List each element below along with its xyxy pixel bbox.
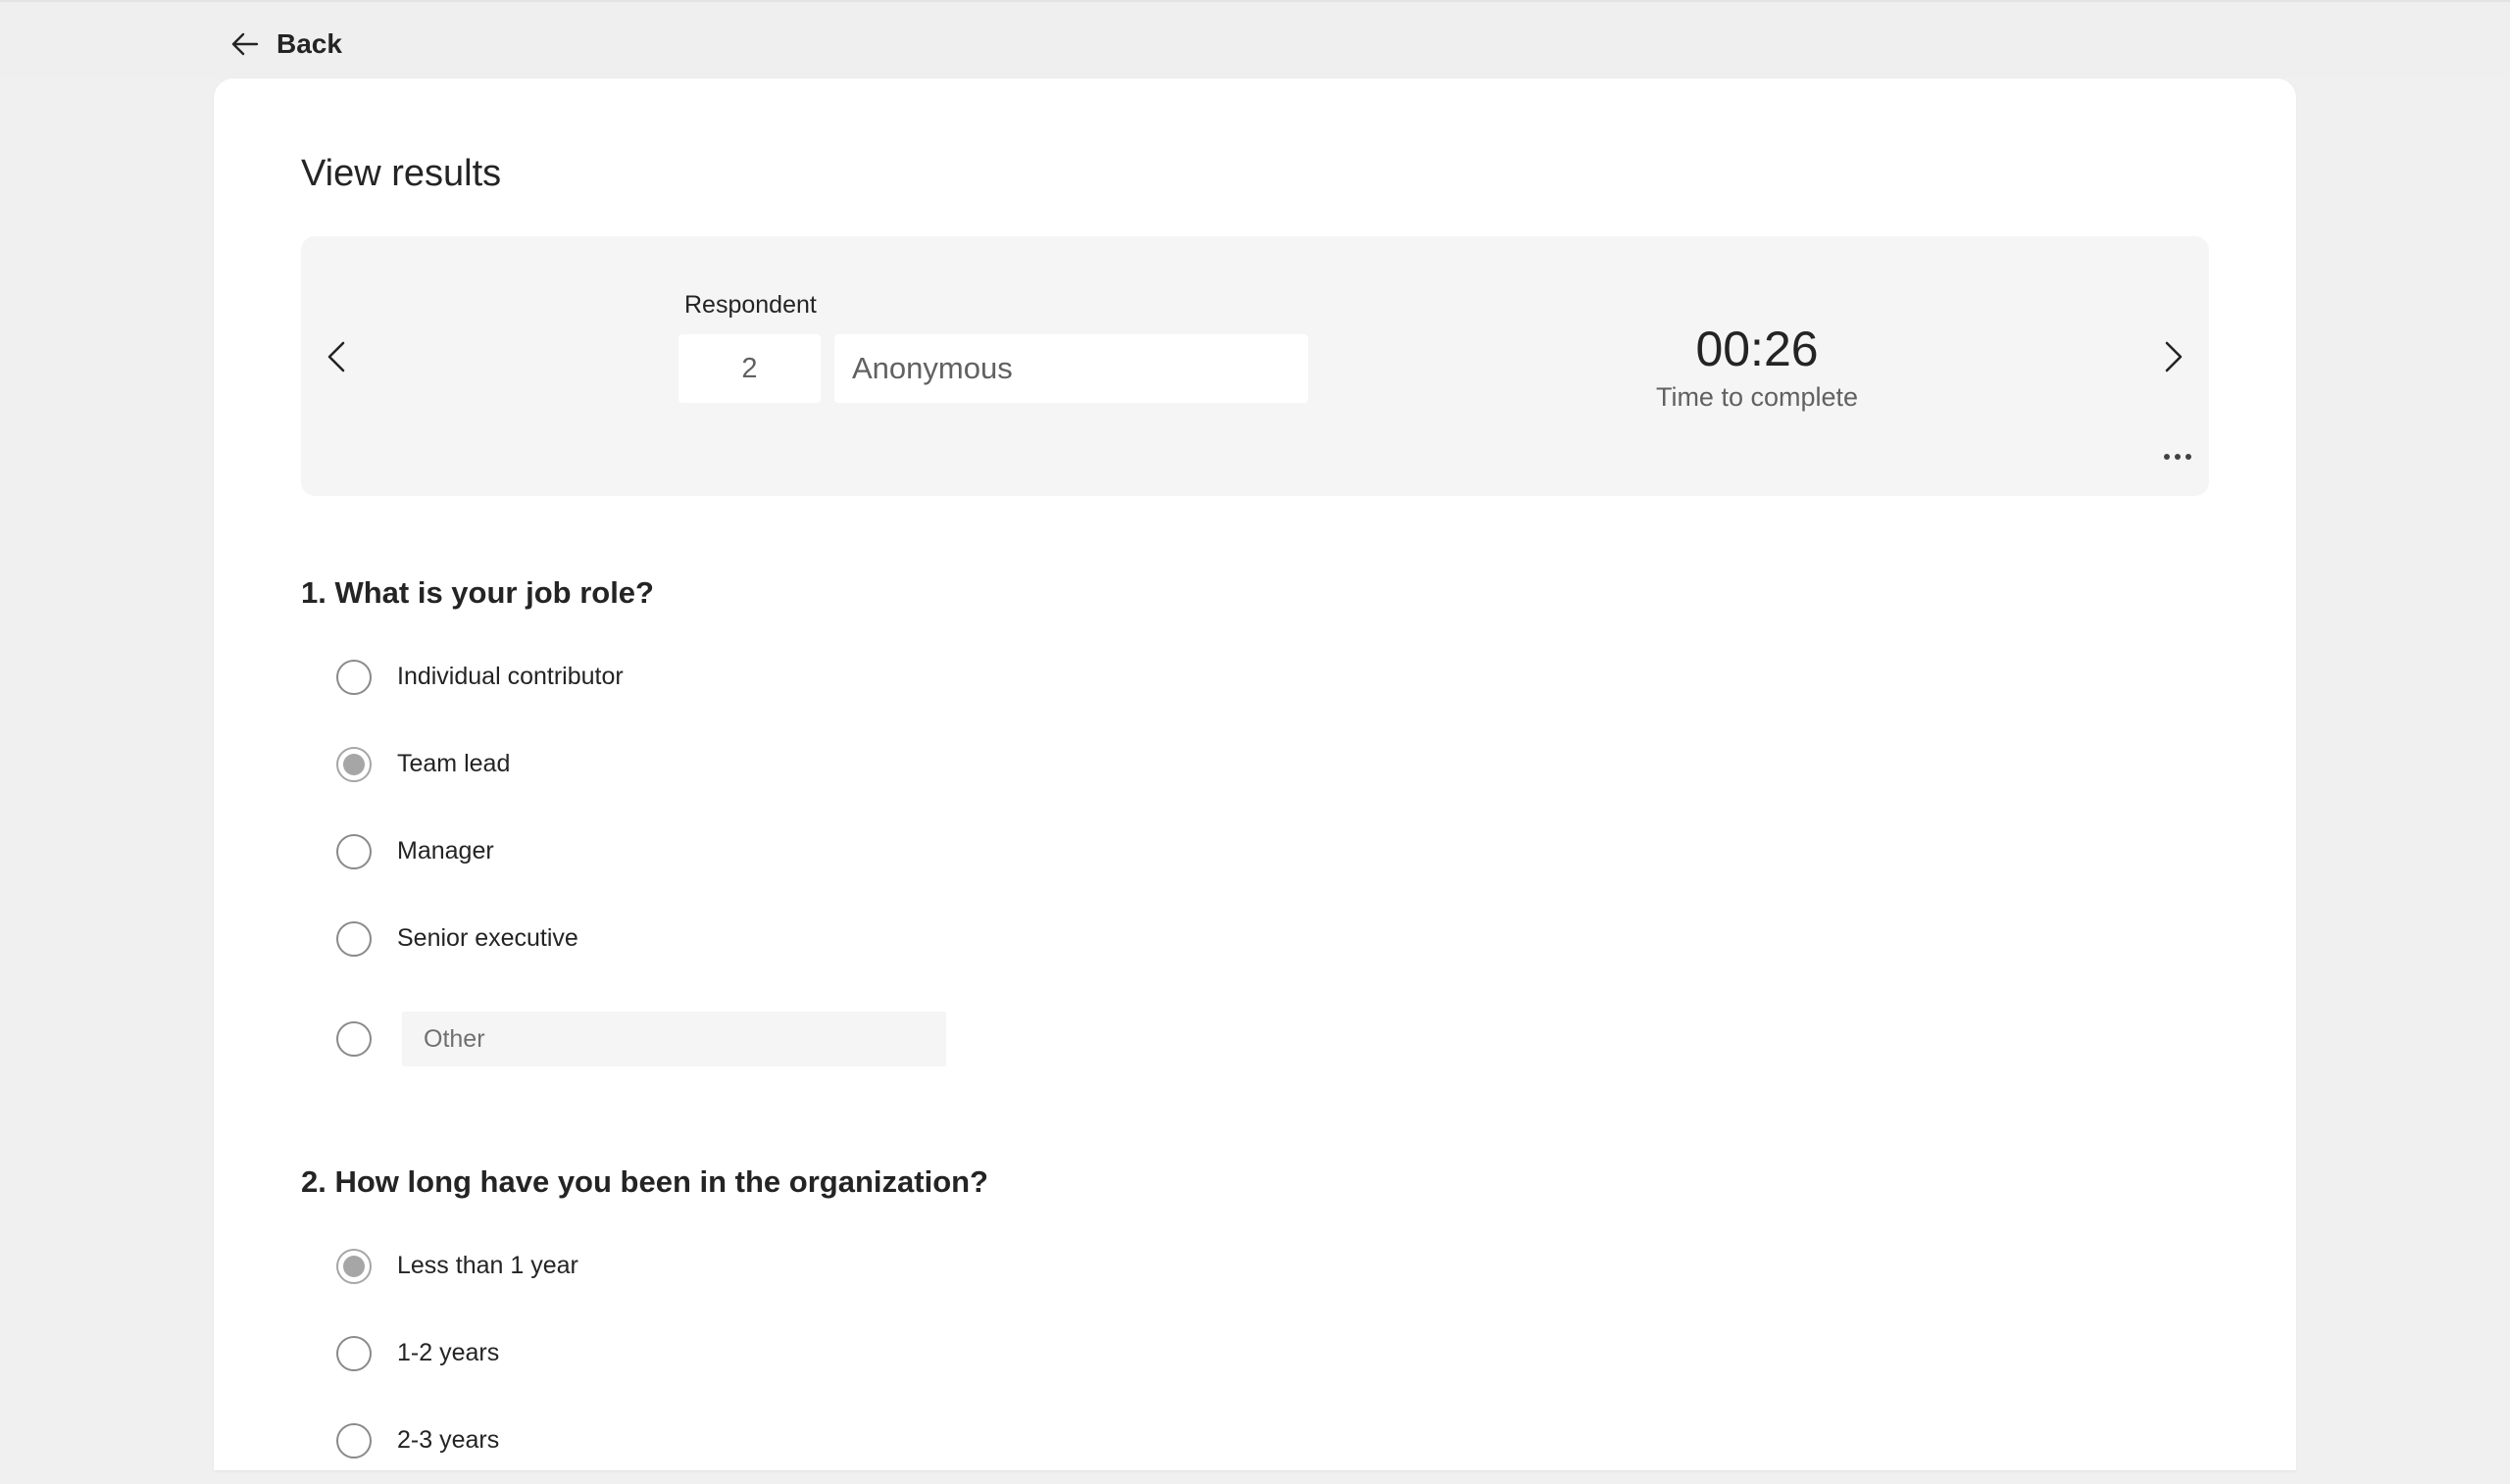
radio-button[interactable] [336, 1422, 372, 1459]
more-horizontal-icon [2164, 454, 2191, 460]
radio-button[interactable] [336, 659, 372, 695]
radio-button-selected[interactable] [336, 1248, 372, 1284]
option-individual-contributor[interactable]: Individual contributor [301, 633, 2066, 720]
option-label: 2-3 years [397, 1426, 500, 1454]
respondent-name-dropdown[interactable]: Anonymous [834, 334, 1308, 403]
chevron-left-icon [327, 341, 345, 372]
radio-button[interactable] [336, 1335, 372, 1371]
page-title: View results [301, 153, 502, 194]
question-1: 1. What is your job role? Individual con… [301, 573, 2066, 1095]
respondent-label: Respondent [684, 291, 817, 319]
time-label: Time to complete [1655, 382, 1859, 412]
more-options-button[interactable] [2158, 442, 2197, 471]
option-label: Team lead [397, 750, 511, 777]
option-team-lead[interactable]: Team lead [301, 720, 2066, 808]
time-to-complete: 00:26 Time to complete [1610, 320, 1904, 413]
question-title: 1. What is your job role? [301, 575, 654, 610]
option-2-3-years[interactable]: 2-3 years [301, 1397, 2066, 1484]
previous-respondent-button[interactable] [315, 334, 360, 379]
respondent-panel: Respondent Anonymous 00:26 Time to compl… [301, 236, 2209, 496]
option-other[interactable]: Other [301, 982, 2066, 1095]
respondent-number-input[interactable] [678, 334, 821, 403]
top-bar: Back [0, 0, 2510, 78]
option-label: Manager [397, 837, 494, 865]
radio-button[interactable] [336, 920, 372, 957]
option-senior-executive[interactable]: Senior executive [301, 895, 2066, 982]
chevron-right-icon [2165, 341, 2183, 372]
results-card: View results Respondent Anonymous 00:26 … [214, 78, 2296, 1470]
option-label: Senior executive [397, 924, 578, 952]
option-label: 1-2 years [397, 1339, 500, 1366]
question-2: 2. How long have you been in the organiz… [301, 1162, 2066, 1484]
option-less-than-1-year[interactable]: Less than 1 year [301, 1222, 2066, 1310]
option-label: Individual contributor [397, 663, 624, 690]
option-manager[interactable]: Manager [301, 808, 2066, 895]
radio-button[interactable] [336, 1020, 372, 1057]
question-title: 2. How long have you been in the organiz… [301, 1164, 988, 1199]
other-text-field[interactable]: Other [402, 1011, 946, 1066]
option-1-2-years[interactable]: 1-2 years [301, 1310, 2066, 1397]
radio-button-selected[interactable] [336, 746, 372, 782]
back-button[interactable]: Back [227, 22, 342, 67]
option-label: Less than 1 year [397, 1252, 578, 1279]
question-options: Less than 1 year 1-2 years 2-3 years [301, 1222, 2066, 1484]
back-label: Back [276, 28, 342, 59]
arrow-left-icon [231, 32, 259, 56]
radio-button[interactable] [336, 833, 372, 869]
next-respondent-button[interactable] [2150, 334, 2195, 379]
time-value: 00:26 [1695, 322, 1819, 376]
question-options: Individual contributor Team lead Manager… [301, 633, 2066, 1095]
